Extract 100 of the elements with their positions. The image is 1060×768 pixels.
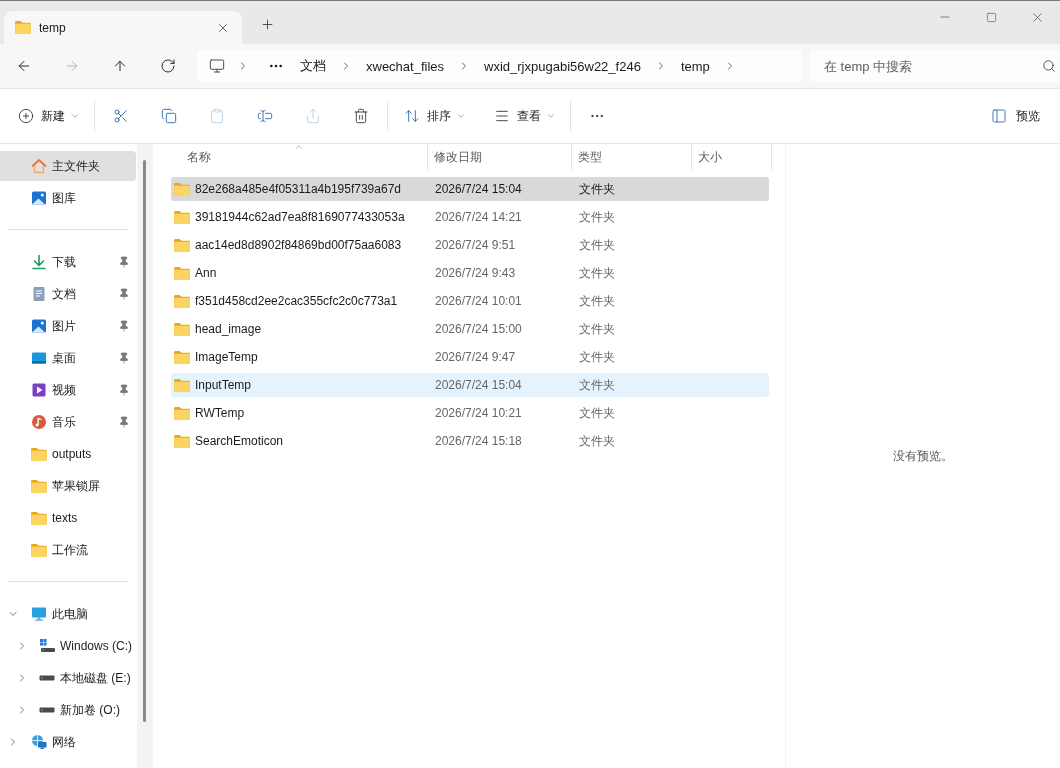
file-row[interactable]: Ann 2026/7/24 9:43 文件夹	[171, 261, 769, 285]
sidebar-item[interactable]: 苹果锁屏	[0, 471, 136, 501]
chevron-down-icon[interactable]	[546, 111, 556, 121]
pin-icon[interactable]	[118, 416, 130, 428]
sort-button[interactable]: 排序	[396, 100, 472, 132]
folder-icon	[174, 238, 190, 252]
network-icon	[31, 734, 47, 750]
folder-icon	[174, 350, 190, 364]
video-icon	[31, 382, 47, 398]
file-type: 文件夹	[579, 264, 615, 282]
sidebar-item[interactable]: 主文件夹	[0, 151, 136, 181]
sidebar-item[interactable]: 网络	[0, 727, 136, 757]
pin-icon[interactable]	[118, 288, 130, 300]
address-bar[interactable]: 文档 xwechat_files wxid_rjxpugabi56w22_f246 temp	[197, 50, 802, 82]
breadcrumb-segment[interactable]: xwechat_files	[358, 52, 453, 80]
sidebar-item[interactable]: 文档	[0, 279, 136, 309]
pin-icon[interactable]	[118, 320, 130, 332]
sidebar-item[interactable]: 音乐	[0, 407, 136, 437]
breadcrumb-segment[interactable]: wxid_rjxpugabi56w22_f246	[476, 52, 649, 80]
file-row[interactable]: RWTemp 2026/7/24 10:21 文件夹	[171, 401, 769, 425]
column-header[interactable]: 修改日期	[428, 144, 572, 170]
file-name: 82e268a485e4f05311a4b195f739a67d	[195, 182, 401, 196]
folder-icon	[31, 511, 47, 525]
chevron-down-icon[interactable]	[456, 111, 466, 121]
scrollbar-track[interactable]	[137, 144, 153, 768]
lines-icon	[494, 108, 510, 124]
download-icon	[31, 254, 47, 270]
file-row[interactable]: SearchEmoticon 2026/7/24 15:18 文件夹	[171, 429, 769, 453]
tab[interactable]: temp	[4, 11, 242, 44]
modified-date: 2026/7/24 15:04	[435, 182, 522, 196]
file-type: 文件夹	[579, 208, 615, 226]
modified-date: 2026/7/24 9:51	[435, 238, 516, 252]
windows-drive-icon	[39, 638, 55, 654]
monitor-icon	[31, 606, 47, 622]
file-type: 文件夹	[579, 404, 615, 422]
folder-icon	[174, 322, 190, 336]
modified-date: 2026/7/24 15:00	[435, 322, 522, 336]
monitor-icon	[209, 58, 225, 74]
column-header[interactable]: 名称	[171, 144, 428, 170]
view-button[interactable]: 查看	[486, 100, 562, 132]
column-header[interactable]: 大小	[692, 144, 772, 170]
picture-icon	[31, 318, 47, 334]
maximize-icon	[985, 11, 997, 23]
column-header[interactable]: 类型	[572, 144, 692, 170]
sidebar-item[interactable]: 工作流	[0, 535, 136, 565]
file-row[interactable]: 39181944c62ad7ea8f8169077433053a 2026/7/24 14:21 文件夹	[171, 205, 769, 229]
folder-icon	[31, 543, 47, 557]
file-row[interactable]: ImageTemp 2026/7/24 9:47 文件夹	[171, 345, 769, 369]
search-icon[interactable]	[1042, 59, 1056, 73]
file-row[interactable]: InputTemp 2026/7/24 15:04 文件夹	[171, 373, 769, 397]
file-row[interactable]: head_image 2026/7/24 15:00 文件夹	[171, 317, 769, 341]
sidebar-item[interactable]: 此电脑	[0, 599, 136, 629]
sidebar-item[interactable]: texts	[0, 503, 136, 533]
sidebar-item[interactable]: Windows (C:)	[0, 631, 136, 661]
sidebar-item[interactable]: 图库	[0, 183, 136, 213]
file-name: aac14ed8d8902f84869bd00f75aa6083	[195, 238, 402, 252]
picture-icon	[31, 190, 47, 206]
document-icon	[31, 286, 47, 302]
panel-icon	[991, 108, 1007, 124]
sidebar-item[interactable]: 视频	[0, 375, 136, 405]
file-name: SearchEmoticon	[195, 434, 284, 448]
folder-icon	[174, 294, 190, 308]
sidebar-item[interactable]: 图片	[0, 311, 136, 341]
preview-pane-button[interactable]: 预览	[983, 100, 1050, 132]
new-button[interactable]: 新建	[10, 100, 86, 132]
chevron-down-icon[interactable]	[70, 111, 80, 121]
folder-icon	[31, 447, 47, 461]
file-name: InputTemp	[195, 378, 252, 392]
breadcrumb-segment[interactable]: 文档	[292, 52, 334, 80]
modified-date: 2026/7/24 10:21	[435, 406, 522, 420]
scrollbar-thumb[interactable]	[143, 160, 146, 722]
sidebar-item[interactable]: 新加卷 (O:)	[0, 695, 136, 725]
music-note-icon	[31, 414, 47, 430]
sidebar-item[interactable]: outputs	[0, 439, 136, 469]
pin-icon[interactable]	[118, 256, 130, 268]
folder-icon	[31, 479, 47, 493]
sidebar-item[interactable]: 本地磁盘 (E:)	[0, 663, 136, 693]
sidebar-item[interactable]: 下载	[0, 247, 136, 277]
file-name: ImageTemp	[195, 350, 258, 364]
file-type: 文件夹	[579, 376, 615, 394]
folder-icon	[174, 434, 190, 448]
modified-date: 2026/7/24 15:18	[435, 434, 522, 448]
file-row[interactable]: 82e268a485e4f05311a4b195f739a67d 2026/7/24 15:04 文件夹	[171, 177, 769, 201]
file-type: 文件夹	[579, 320, 615, 338]
pin-icon[interactable]	[118, 352, 130, 364]
breadcrumb-segment[interactable]: temp	[672, 52, 718, 80]
file-row[interactable]: aac14ed8d8902f84869bd00f75aa6083 2026/7/24 9:51 文件夹	[171, 233, 769, 257]
pin-icon[interactable]	[118, 384, 130, 396]
search-field[interactable]: 在 temp 中搜索	[810, 50, 1060, 82]
folder-icon	[174, 406, 190, 420]
desktop-icon	[31, 350, 47, 366]
file-row[interactable]: f351d458cd2ee2cac355cfc2c0c773a1 2026/7/24 10:01 文件夹	[171, 289, 769, 313]
modified-date: 2026/7/24 10:01	[435, 294, 522, 308]
file-name: RWTemp	[195, 406, 245, 420]
file-type: 文件夹	[579, 348, 615, 366]
file-type: 文件夹	[579, 292, 615, 310]
up-down-arrows-icon	[404, 108, 420, 124]
folder-icon	[174, 266, 190, 280]
sidebar-item[interactable]: 桌面	[0, 343, 136, 373]
file-name: 39181944c62ad7ea8f8169077433053a	[195, 210, 405, 224]
